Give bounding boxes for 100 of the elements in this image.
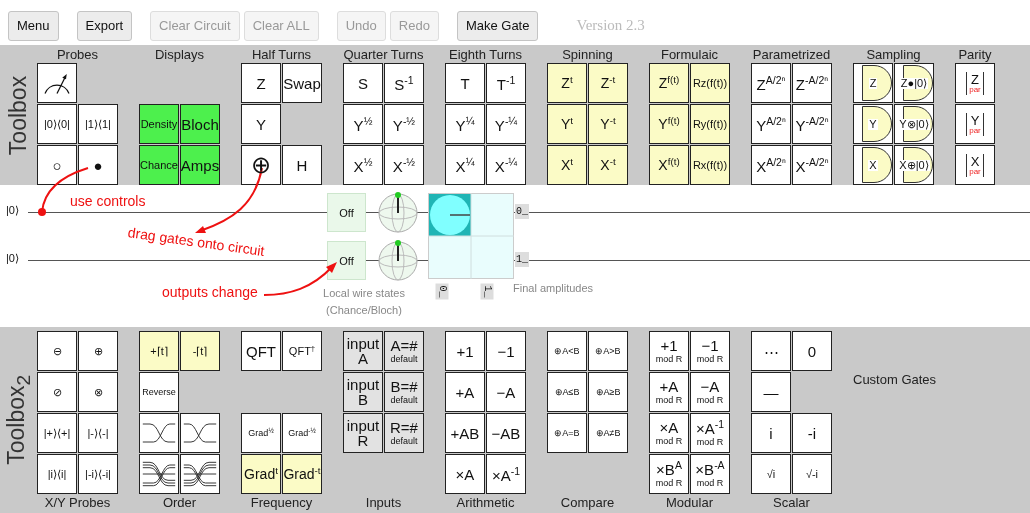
gate-tile[interactable]: ⋯ — [751, 331, 791, 371]
gate-tile[interactable]: ● — [78, 145, 118, 185]
gate-tile[interactable]: A=# default — [384, 331, 424, 371]
gate-tile[interactable]: Rz(f(t)) — [690, 63, 730, 103]
gate-tile[interactable]: Z — [853, 63, 893, 103]
gate-tile[interactable]: +1 — [445, 331, 485, 371]
gate-tile[interactable] — [180, 454, 220, 494]
gate-tile[interactable]: Y$^{½}$ — [343, 104, 383, 144]
gate-tile[interactable]: i — [751, 413, 791, 453]
gate-tile[interactable]: |-⟩⟨-| — [78, 413, 118, 453]
gate-tile[interactable]: X$^{-¼}$ — [486, 145, 526, 185]
gate-tile[interactable]: Y$^{-¼}$ — [486, 104, 526, 144]
gate-tile[interactable]: X$^{A/2ⁿ}$ — [751, 145, 791, 185]
gate-tile[interactable]: Z$^{-t}$ — [588, 63, 628, 103]
gate-tile[interactable]: ○ — [37, 145, 77, 185]
gate-tile[interactable]: 0 — [792, 331, 832, 371]
gate-tile[interactable]: ⊕A>B — [588, 331, 628, 371]
gate-tile[interactable]: −AB — [486, 413, 526, 453]
toolbar-button[interactable]: Menu — [8, 10, 59, 41]
gate-tile[interactable]: ⊖ — [37, 331, 77, 371]
gate-tile[interactable]: Y — [241, 104, 281, 144]
gate-tile[interactable]: — — [751, 372, 791, 412]
gate-tile[interactable]: ⊕A=B — [547, 413, 587, 453]
gate-tile[interactable]: X⊕|0⟩ — [894, 145, 934, 185]
gate-tile[interactable]: Density — [139, 104, 179, 144]
gate-tile[interactable]: |i⟩⟨i| — [37, 454, 77, 494]
gate-tile[interactable]: −A — [486, 372, 526, 412]
gate-tile[interactable]: Y$^{-A/2ⁿ}$ — [792, 104, 832, 144]
gate-tile[interactable]: ×A$^{-1}$ mod R — [690, 413, 730, 453]
gate-tile[interactable]: Y par — [955, 104, 995, 144]
gate-tile[interactable] — [139, 413, 179, 453]
gate-tile[interactable]: Grad$^{½}$ — [241, 413, 281, 453]
gate-tile[interactable]: Y$^{¼}$ — [445, 104, 485, 144]
gate-tile[interactable]: ×A — [445, 454, 485, 494]
gate-tile[interactable]: ⊕A≠B — [588, 413, 628, 453]
gate-tile[interactable]: ⊘ — [37, 372, 77, 412]
gate-tile[interactable]: Y$^{f(t)}$ — [649, 104, 689, 144]
gate-tile[interactable]: QFT — [241, 331, 281, 371]
gate-tile[interactable]: Y — [853, 104, 893, 144]
gate-tile[interactable]: Grad$^{-½}$ — [282, 413, 322, 453]
gate-tile[interactable]: Bloch — [180, 104, 220, 144]
gate-tile[interactable]: +A — [445, 372, 485, 412]
gate-tile[interactable]: ⊕A≥B — [588, 372, 628, 412]
gate-tile[interactable] — [139, 454, 179, 494]
gate-tile[interactable]: ⊕A≤B — [547, 372, 587, 412]
gate-tile[interactable]: ⊗ — [78, 372, 118, 412]
gate-tile[interactable]: ×B$^{A}$ mod R — [649, 454, 689, 494]
gate-tile[interactable]: |-i⟩⟨-i| — [78, 454, 118, 494]
gate-tile[interactable]: X$^{-½}$ — [384, 145, 424, 185]
gate-tile[interactable]: X$^{-t}$ — [588, 145, 628, 185]
gate-tile[interactable]: −1 — [486, 331, 526, 371]
gate-tile[interactable]: Z●|0⟩ — [894, 63, 934, 103]
gate-tile[interactable]: QFT$^{†}$ — [282, 331, 322, 371]
gate-tile[interactable]: H — [282, 145, 322, 185]
gate-tile[interactable]: ×A mod R — [649, 413, 689, 453]
gate-tile[interactable]: Y$^{-½}$ — [384, 104, 424, 144]
gate-tile[interactable]: Y$^{A/2ⁿ}$ — [751, 104, 791, 144]
gate-tile[interactable]: −A mod R — [690, 372, 730, 412]
gate-tile[interactable]: +1 mod R — [649, 331, 689, 371]
gate-tile[interactable]: ×A$^{-1}$ — [486, 454, 526, 494]
gate-tile[interactable]: Chance — [139, 145, 179, 185]
gate-tile[interactable]: B=# default — [384, 372, 424, 412]
gate-tile[interactable]: Reverse — [139, 372, 179, 412]
gate-tile[interactable]: Z$^{A/2ⁿ}$ — [751, 63, 791, 103]
gate-tile[interactable]: X$^{-A/2ⁿ}$ — [792, 145, 832, 185]
gate-tile[interactable]: Swap — [282, 63, 322, 103]
toolbar-button[interactable]: Export — [76, 10, 133, 41]
gate-tile[interactable]: X — [853, 145, 893, 185]
gate-tile[interactable]: -i — [792, 413, 832, 453]
gate-tile[interactable]: Y$^{t}$ — [547, 104, 587, 144]
gate-tile[interactable]: √-i — [792, 454, 832, 494]
gate-tile[interactable]: T$^{-1}$ — [486, 63, 526, 103]
gate-tile[interactable]: |+⟩⟨+| — [37, 413, 77, 453]
gate-tile[interactable]: input A — [343, 331, 383, 371]
gate-tile[interactable]: Y⊗|0⟩ — [894, 104, 934, 144]
gate-tile[interactable]: input B — [343, 372, 383, 412]
gate-tile[interactable]: ⊕ — [78, 331, 118, 371]
gate-tile[interactable]: Z$^{f(t)}$ — [649, 63, 689, 103]
gate-tile[interactable] — [37, 63, 77, 103]
gate-tile[interactable]: X$^{¼}$ — [445, 145, 485, 185]
gate-tile[interactable]: Ry(f(t)) — [690, 104, 730, 144]
gate-tile[interactable]: R=# default — [384, 413, 424, 453]
gate-tile[interactable]: ⊕A<B — [547, 331, 587, 371]
gate-tile[interactable]: input R — [343, 413, 383, 453]
gate-tile[interactable]: +A mod R — [649, 372, 689, 412]
gate-tile[interactable]: Grad$^{-t}$ — [282, 454, 322, 494]
gate-tile[interactable]: T — [445, 63, 485, 103]
gate-tile[interactable]: X par — [955, 145, 995, 185]
gate-tile[interactable]: √i — [751, 454, 791, 494]
gate-tile[interactable]: Y$^{-t}$ — [588, 104, 628, 144]
gate-tile[interactable]: X$^{½}$ — [343, 145, 383, 185]
gate-tile[interactable]: S$^{-1}$ — [384, 63, 424, 103]
gate-tile[interactable]: -⌈t⌉ — [180, 331, 220, 371]
gate-tile[interactable]: Z$^{t}$ — [547, 63, 587, 103]
gate-tile[interactable]: |1⟩⟨1| — [78, 104, 118, 144]
gate-tile[interactable]: Amps — [180, 145, 220, 185]
gate-tile[interactable] — [180, 413, 220, 453]
gate-tile[interactable]: ×B$^{-A}$ mod R — [690, 454, 730, 494]
gate-tile[interactable]: +⌈t⌉ — [139, 331, 179, 371]
gate-tile[interactable]: X$^{t}$ — [547, 145, 587, 185]
